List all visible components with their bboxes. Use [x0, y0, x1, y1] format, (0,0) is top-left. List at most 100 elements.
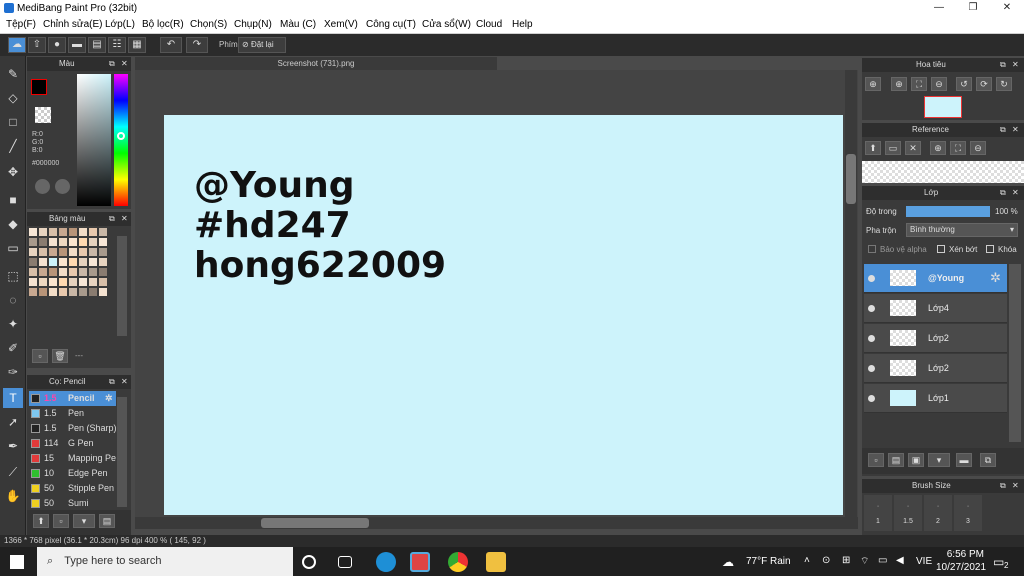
brush-size-cell[interactable]: · 1: [864, 495, 892, 531]
folder-icon[interactable]: ▬: [956, 453, 972, 467]
visibility-icon[interactable]: [868, 365, 875, 372]
brush-size-cell[interactable]: · 1.5: [894, 495, 922, 531]
palette-swatch[interactable]: [39, 268, 47, 276]
expand-icon[interactable]: ⧉: [109, 57, 115, 71]
edge-icon[interactable]: [376, 552, 396, 572]
palette-swatch[interactable]: [99, 248, 107, 256]
rect-select-tool-icon[interactable]: ⬚: [3, 266, 23, 286]
layer-item[interactable]: Lớp4: [864, 294, 1007, 323]
menu-view[interactable]: Xem(V): [324, 19, 358, 30]
magic-wand-icon[interactable]: ✦: [3, 314, 23, 334]
rotate-reset-icon[interactable]: ⟳: [976, 77, 992, 91]
navigator-preview[interactable]: [924, 96, 962, 118]
fit-icon[interactable]: ⛶: [950, 141, 966, 155]
brush-list-item[interactable]: 10 Edge Pen: [29, 466, 116, 481]
visibility-icon[interactable]: [868, 335, 875, 342]
new-layer-icon[interactable]: ▫: [868, 453, 884, 467]
palette-swatch[interactable]: [79, 278, 87, 286]
redo-icon[interactable]: ↷: [186, 37, 208, 53]
brush-menu-icon[interactable]: ▾: [73, 514, 95, 528]
palette-swatch[interactable]: [89, 228, 97, 236]
zoom-out-icon[interactable]: ⊖: [970, 141, 986, 155]
brush-list-item[interactable]: 1.5 Pencil ✲: [29, 391, 116, 406]
palette-swatch[interactable]: [89, 288, 97, 296]
line-tool-icon[interactable]: ╱: [3, 136, 23, 156]
palette-swatch[interactable]: [89, 238, 97, 246]
merge-layer-icon[interactable]: ⧉: [980, 453, 996, 467]
text-tool-icon[interactable]: T: [3, 388, 23, 408]
menu-layer[interactable]: Lớp(L): [105, 19, 135, 30]
palette-swatch[interactable]: [99, 228, 107, 236]
open-folder-icon[interactable]: ▭: [885, 141, 901, 155]
expand-icon[interactable]: ⧉: [1000, 186, 1006, 200]
palette-swatch[interactable]: [99, 288, 107, 296]
menu-help[interactable]: Help: [512, 19, 533, 30]
menu-select[interactable]: Chọn(S): [190, 19, 227, 30]
gear-icon[interactable]: ✲: [990, 270, 1001, 286]
windows-start-icon[interactable]: [10, 555, 24, 569]
document-canvas[interactable]: @Young #hd247 hong622009: [164, 115, 843, 515]
rotate-left-icon[interactable]: ↺: [956, 77, 972, 91]
zoom-in-icon[interactable]: ⊕: [930, 141, 946, 155]
chat-icon[interactable]: ▬: [68, 37, 86, 53]
expand-icon[interactable]: ⧉: [109, 212, 115, 226]
medibang-icon[interactable]: [410, 552, 430, 572]
remove-reference-icon[interactable]: ✕: [905, 141, 921, 155]
palette-swatch[interactable]: [59, 268, 67, 276]
document-icon[interactable]: ▤: [88, 37, 106, 53]
palette-swatch[interactable]: [89, 258, 97, 266]
shape-tool-icon[interactable]: □: [3, 112, 23, 132]
saturation-picker[interactable]: [77, 74, 111, 206]
bucket-tool-icon[interactable]: ◆: [3, 214, 23, 234]
palette-swatch[interactable]: [49, 248, 57, 256]
palette-swatch[interactable]: [49, 238, 57, 246]
palette-swatch[interactable]: [29, 238, 37, 246]
menu-tools[interactable]: Công cụ(T): [366, 19, 416, 30]
input-language[interactable]: VIE: [916, 556, 932, 567]
palette-swatch[interactable]: [69, 268, 77, 276]
palette-swatch[interactable]: [49, 268, 57, 276]
palette-swatch[interactable]: [69, 228, 77, 236]
palette-swatch[interactable]: [39, 228, 47, 236]
protect-alpha-checkbox[interactable]: [868, 245, 876, 253]
palette-swatch[interactable]: [69, 278, 77, 286]
brush-tool-icon[interactable]: ✎: [3, 64, 23, 84]
brush-list-item[interactable]: 50 Sumi: [29, 496, 116, 511]
task-view-icon[interactable]: [338, 556, 352, 568]
clipping-checkbox[interactable]: [937, 245, 945, 253]
zoom-in-alt-icon[interactable]: ⊕: [891, 77, 907, 91]
palette-swatch[interactable]: [69, 288, 77, 296]
close-button[interactable]: ✕: [990, 0, 1024, 17]
palette-swatch[interactable]: [49, 228, 57, 236]
new-layer-alt-icon[interactable]: ▤: [888, 453, 904, 467]
reference-preview[interactable]: [862, 161, 1024, 183]
battery-icon[interactable]: ⊞: [842, 555, 850, 566]
menu-file[interactable]: Tệp(F): [6, 19, 36, 30]
layer-item[interactable]: @Young ✲: [864, 264, 1007, 293]
fit-icon[interactable]: ⛶: [911, 77, 927, 91]
palette-swatch[interactable]: [29, 258, 37, 266]
layer-scrollbar[interactable]: [1009, 264, 1021, 442]
brush-scrollbar[interactable]: [117, 397, 127, 507]
close-panel-icon[interactable]: ✕: [121, 57, 128, 71]
minimize-button[interactable]: —: [922, 0, 956, 17]
chrome-icon[interactable]: [448, 552, 468, 572]
upload-reference-icon[interactable]: ⬆: [865, 141, 881, 155]
close-panel-icon[interactable]: ✕: [121, 375, 128, 389]
menu-color[interactable]: Màu (C): [280, 19, 316, 30]
gradient-tool-icon[interactable]: ▭: [3, 238, 23, 258]
brush-settings-icon[interactable]: ▤: [99, 514, 115, 528]
eyedropper-tool-icon[interactable]: ✒: [3, 436, 23, 456]
palette-swatch[interactable]: [99, 238, 107, 246]
menu-filter[interactable]: Bộ lọc(R): [142, 19, 184, 30]
palette-swatch[interactable]: [29, 278, 37, 286]
palette-swatches[interactable]: [29, 228, 115, 308]
palette-swatch[interactable]: [79, 288, 87, 296]
lasso-tool-icon[interactable]: ◌: [3, 290, 23, 310]
close-panel-icon[interactable]: ✕: [1012, 123, 1019, 137]
palette-swatch[interactable]: [59, 278, 67, 286]
palette-swatch[interactable]: [69, 238, 77, 246]
palette-swatch[interactable]: [39, 258, 47, 266]
brush-list-item[interactable]: 15 Mapping Pen: [29, 451, 116, 466]
network-icon[interactable]: ⊙: [822, 555, 830, 566]
